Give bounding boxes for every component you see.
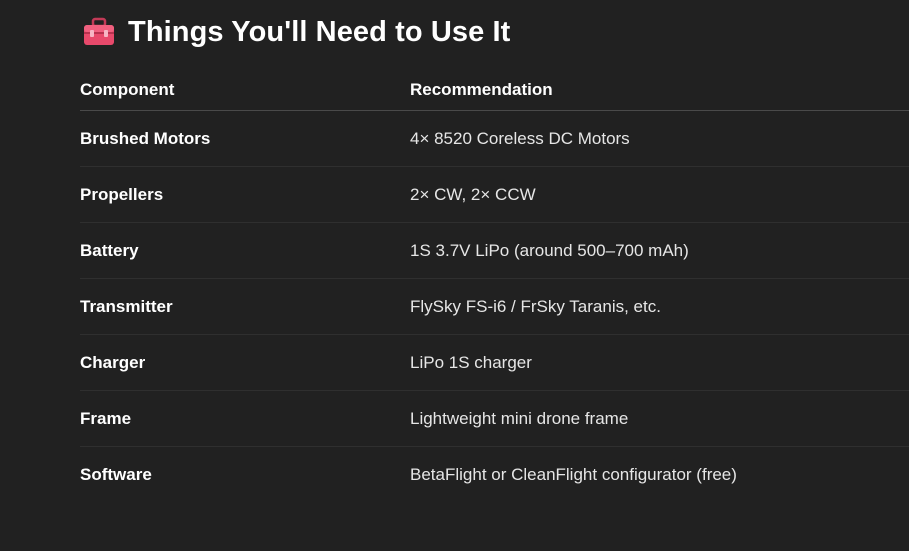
recommendation-cell: 1S 3.7V LiPo (around 500–700 mAh) — [410, 222, 909, 279]
component-cell: Frame — [80, 390, 410, 447]
recommendation-cell: LiPo 1S charger — [410, 334, 909, 391]
table-header-row: Component Recommendation — [80, 70, 909, 111]
component-cell: Brushed Motors — [80, 110, 410, 167]
section-title: Things You'll Need to Use It — [128, 15, 511, 48]
component-cell: Software — [80, 464, 152, 484]
component-cell: Battery — [80, 222, 410, 279]
column-header-component: Component — [80, 70, 410, 111]
table-row: Transmitter FlySky FS-i6 / FrSky Taranis… — [80, 278, 909, 335]
component-cell: Propellers — [80, 166, 410, 223]
recommendation-cell: 2× CW, 2× CCW — [410, 166, 909, 223]
table-row: Frame Lightweight mini drone frame — [80, 390, 909, 447]
table-row: Software BetaFlight or CleanFlight confi… — [80, 447, 909, 503]
recommendation-cell: FlySky FS-i6 / FrSky Taranis, etc. — [410, 278, 909, 335]
page: Things You'll Need to Use It Component R… — [0, 0, 909, 551]
recommendation-cell: 4× 8520 Coreless DC Motors — [410, 110, 909, 167]
requirements-table: Component Recommendation Brushed Motors … — [80, 70, 909, 502]
recommendation-cell: BetaFlight or CleanFlight configurator (… — [410, 464, 737, 484]
toolbox-icon — [82, 17, 116, 47]
table-row: Charger LiPo 1S charger — [80, 334, 909, 391]
table-row: Propellers 2× CW, 2× CCW — [80, 166, 909, 223]
component-cell: Charger — [80, 334, 410, 391]
component-cell: Transmitter — [80, 278, 410, 335]
section-heading: Things You'll Need to Use It — [82, 12, 510, 52]
recommendation-cell: Lightweight mini drone frame — [410, 390, 909, 447]
column-header-recommendation: Recommendation — [410, 70, 909, 111]
table-row: Brushed Motors 4× 8520 Coreless DC Motor… — [80, 110, 909, 167]
table-row: Battery 1S 3.7V LiPo (around 500–700 mAh… — [80, 222, 909, 279]
